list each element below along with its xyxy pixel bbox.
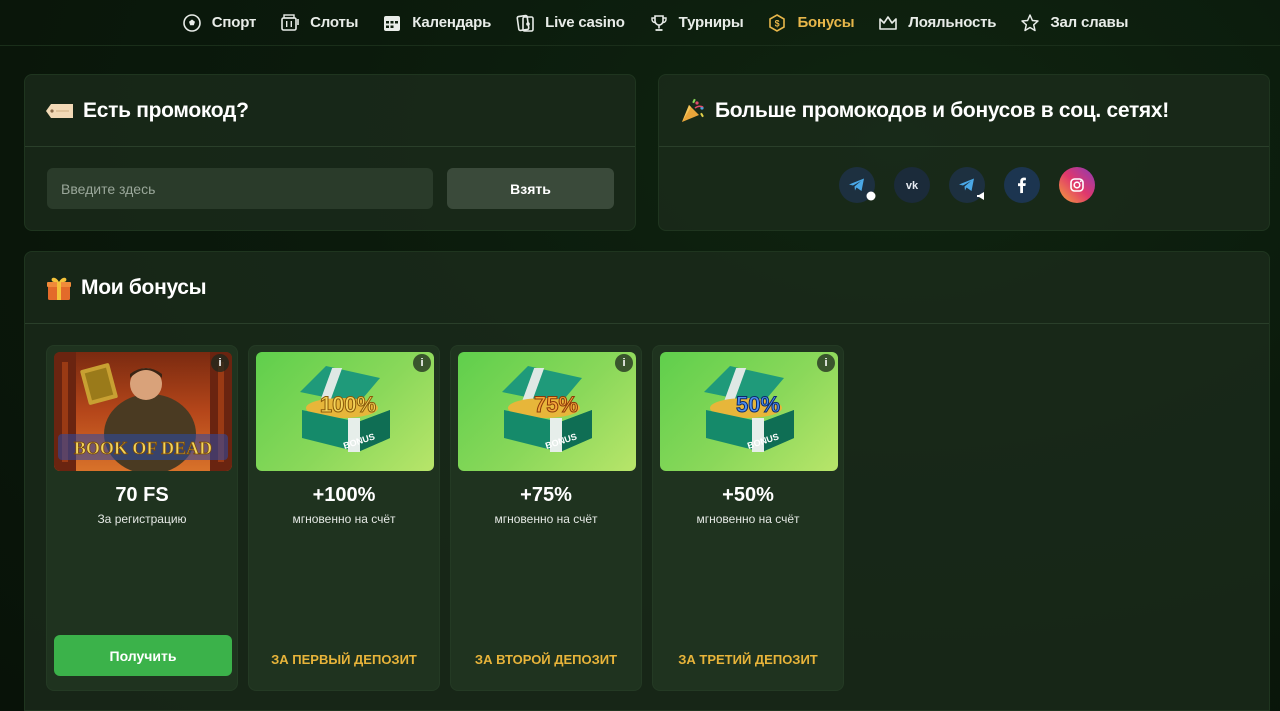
svg-text:vk: vk — [906, 180, 919, 192]
nav-label: Слоты — [310, 14, 359, 31]
nav-label: Календарь — [412, 14, 492, 31]
promo-title: Есть промокод? — [83, 98, 249, 122]
book-of-dead-image: BOOK OF DEAD — [54, 352, 232, 471]
nav-label: Бонусы — [797, 14, 855, 31]
telegram-chat-link[interactable] — [839, 167, 876, 203]
bonus-subtitle: За регистрацию — [97, 512, 187, 526]
nav-label: Турниры — [678, 14, 744, 31]
bonus-card-second-deposit: 75% BONUS i +75% мгновенно на счёт ЗА ВТ… — [450, 345, 642, 691]
top-navigation: Спорт Слоты Календарь Live casino Турнир… — [0, 0, 1280, 46]
bonus-subtitle: мгновенно на счёт — [292, 512, 396, 526]
coin-icon: $ — [769, 13, 786, 32]
nav-label: Спорт — [211, 14, 257, 31]
bonuses-header: Мои бонусы — [25, 252, 1269, 324]
bonus-value: +75% — [520, 484, 572, 506]
social-links: vk — [839, 167, 1095, 203]
nav-item-live-casino[interactable]: Live casino — [515, 13, 625, 33]
book-of-dead-art: BOOK OF DEAD — [54, 352, 232, 471]
bonus-card-third-deposit: 50% BONUS i +50% мгновенно на счёт ЗА ТР… — [652, 345, 844, 691]
nav-item-loyalty[interactable]: Лояльность — [878, 13, 997, 33]
bonus-deposit-label: ЗА ТРЕТИЙ ДЕПОЗИТ — [678, 652, 818, 667]
social-panel: Больше промокодов и бонусов в соц. сетях… — [658, 74, 1270, 231]
slot-machine-icon — [281, 13, 299, 31]
nav-item-sport[interactable]: Спорт — [182, 13, 256, 33]
nav-item-calendar[interactable]: Календарь — [382, 13, 491, 33]
telegram-channel-icon — [959, 178, 974, 191]
trophy-icon — [650, 14, 667, 31]
svg-text:$: $ — [775, 18, 780, 28]
treasure-chest-art: 100% BONUS — [300, 366, 390, 452]
bonus-value: 70 FS — [115, 484, 169, 506]
star-icon — [1021, 13, 1040, 31]
promo-header: Есть промокод? — [25, 75, 635, 147]
bonus-card-first-deposit: 100% BONUS i +100% мгновенно на счёт ЗА … — [248, 345, 440, 691]
bonus-value: +50% — [722, 484, 774, 506]
promo-code-input[interactable] — [47, 168, 433, 209]
facebook-link[interactable] — [1004, 167, 1040, 203]
bonus-percent-badge: 100% — [320, 392, 376, 417]
info-button[interactable]: i — [211, 354, 229, 372]
telegram-chat-icon — [849, 178, 864, 191]
bonus-value: +100% — [312, 484, 376, 506]
facebook-icon — [1018, 177, 1026, 194]
ticket-icon — [46, 103, 73, 118]
book-of-dead-title: BOOK OF DEAD — [74, 438, 212, 458]
nav-label: Лояльность — [908, 14, 997, 31]
instagram-link[interactable] — [1059, 167, 1095, 203]
nav-label: Live casino — [545, 14, 625, 31]
social-title: Больше промокодов и бонусов в соц. сетях… — [715, 98, 1169, 122]
cards-icon — [516, 14, 534, 32]
promo-submit-button[interactable]: Взять — [447, 168, 614, 209]
treasure-chest-art: 50% BONUS — [704, 366, 794, 452]
bonuses-title: Мои бонусы — [81, 275, 207, 299]
vk-link[interactable]: vk — [894, 167, 930, 203]
nav-item-bonuses[interactable]: $ Бонусы — [767, 13, 855, 33]
my-bonuses-panel: Мои бонусы BOOK OF DEAD i 70 FS За регис… — [24, 251, 1270, 711]
chat-bubble-icon — [866, 191, 876, 201]
nav-item-hall-of-fame[interactable]: Зал славы — [1020, 13, 1128, 33]
chest-50-image: 50% BONUS — [660, 352, 838, 471]
calendar-icon — [384, 15, 401, 31]
bonus-percent-badge: 75% — [534, 392, 578, 417]
nav-item-slots[interactable]: Слоты — [280, 13, 358, 33]
bonus-cards: BOOK OF DEAD i 70 FS За регистрацию Полу… — [46, 345, 844, 691]
promo-code-panel: Есть промокод? Взять — [24, 74, 636, 231]
chest-75-image: 75% BONUS — [458, 352, 636, 471]
soccer-ball-icon — [182, 13, 201, 32]
bonus-deposit-label: ЗА ВТОРОЙ ДЕПОЗИТ — [474, 652, 618, 667]
nav-label: Зал славы — [1050, 14, 1129, 31]
claim-bonus-button[interactable]: Получить — [54, 635, 232, 676]
bonus-percent-badge: 50% — [736, 392, 780, 417]
party-popper-icon — [682, 98, 704, 122]
gift-icon — [47, 277, 71, 300]
info-button[interactable]: i — [615, 354, 633, 372]
bonus-subtitle: мгновенно на счёт — [696, 512, 800, 526]
crown-icon — [879, 15, 898, 30]
chest-100-image: 100% BONUS — [256, 352, 434, 471]
megaphone-icon — [977, 192, 984, 200]
info-button[interactable]: i — [817, 354, 835, 372]
vk-icon: vk — [906, 180, 919, 192]
info-button[interactable]: i — [413, 354, 431, 372]
treasure-chest-art: 75% BONUS — [502, 366, 592, 452]
bonus-subtitle: мгновенно на счёт — [494, 512, 598, 526]
bonus-card-registration: BOOK OF DEAD i 70 FS За регистрацию Полу… — [46, 345, 238, 691]
nav-item-tournaments[interactable]: Турниры — [649, 13, 744, 33]
social-header: Больше промокодов и бонусов в соц. сетях… — [659, 75, 1269, 147]
telegram-channel-link[interactable] — [949, 167, 985, 203]
bonus-deposit-label: ЗА ПЕРВЫЙ ДЕПОЗИТ — [271, 652, 417, 667]
instagram-icon — [1070, 178, 1084, 192]
